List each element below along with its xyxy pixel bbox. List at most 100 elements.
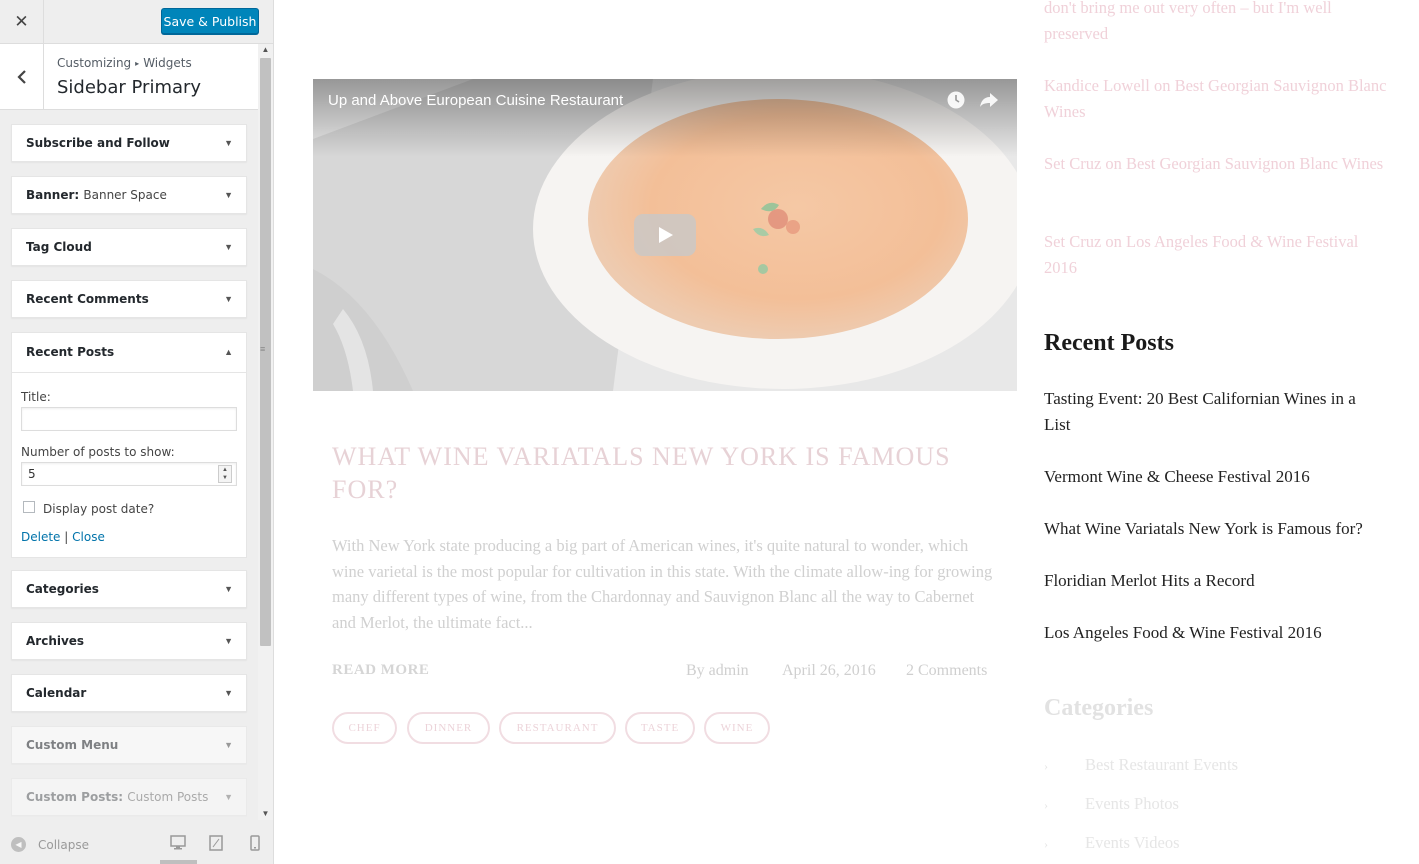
category-item[interactable]: › Events Photos [1044, 794, 1179, 814]
widget-calendar[interactable]: Calendar ▼ [11, 674, 247, 712]
widget-actions: Delete | Close [21, 530, 105, 544]
play-button[interactable] [634, 214, 696, 256]
tag-dinner[interactable]: dinner [407, 712, 490, 744]
widget-recent-comments[interactable]: Recent Comments ▼ [11, 280, 247, 318]
expand-arrow-icon[interactable]: ▼ [224, 584, 233, 594]
scrollbar-grip-icon: ≡ [260, 344, 266, 354]
desktop-icon[interactable] [169, 835, 187, 853]
scroll-down-arrow-icon[interactable]: ▼ [258, 808, 273, 820]
number-of-posts-label: Number of posts to show: [21, 445, 175, 459]
expand-arrow-icon[interactable]: ▼ [224, 190, 233, 200]
widget-title: Tag Cloud [26, 240, 92, 254]
mobile-icon[interactable] [246, 835, 264, 853]
close-customizer-button[interactable]: ✕ [0, 0, 44, 44]
post-date[interactable]: April 26, 2016 [782, 662, 876, 680]
number-of-posts-input[interactable]: 5 [21, 462, 237, 486]
video-embed[interactable]: Up and Above European Cuisine Restaurant [313, 79, 1017, 391]
expand-arrow-icon[interactable]: ▼ [224, 242, 233, 252]
breadcrumb-widgets: Widgets [143, 56, 192, 70]
expand-arrow-icon[interactable]: ▼ [224, 792, 233, 802]
breadcrumb-separator-icon: ▸ [135, 59, 140, 68]
collapse-arrow-icon[interactable]: ▲ [224, 347, 233, 357]
close-icon: ✕ [14, 12, 29, 31]
category-item[interactable]: › Best Restaurant Events [1044, 755, 1238, 775]
post-author[interactable]: By admin [686, 662, 749, 680]
expand-arrow-icon[interactable]: ▼ [224, 636, 233, 646]
active-device-indicator [160, 860, 197, 864]
widget-title: Recent Posts [26, 345, 115, 359]
post-comments-count[interactable]: 2 Comments [906, 662, 987, 680]
tablet-icon[interactable] [207, 835, 225, 853]
chevron-right-icon: › [1044, 837, 1048, 851]
video-title[interactable]: Up and Above European Cuisine Restaurant [328, 92, 623, 109]
tag-taste[interactable]: taste [625, 712, 695, 744]
widget-recent-posts-header[interactable]: Recent Posts ▲ [12, 333, 246, 373]
watch-later-icon[interactable] [947, 91, 965, 109]
chevron-right-icon: › [1044, 759, 1048, 773]
tag-restaurant[interactable]: restaurant [499, 712, 616, 744]
save-publish-button[interactable]: Save & Publish [161, 8, 259, 34]
widget-custom-posts[interactable]: Custom Posts: Custom Posts ▼ [11, 778, 247, 816]
expand-arrow-icon[interactable]: ▼ [224, 740, 233, 750]
widget-tag-cloud[interactable]: Tag Cloud ▼ [11, 228, 247, 266]
customizer-header-actions: ✕ Save & Publish [0, 0, 273, 44]
widget-banner[interactable]: Banner: Banner Space ▼ [11, 176, 247, 214]
number-stepper-icon[interactable]: ▲ ▼ [218, 465, 232, 483]
expand-arrow-icon[interactable]: ▼ [224, 138, 233, 148]
site-preview: Up and Above European Cuisine Restaurant… [274, 0, 1419, 864]
recent-comment-item[interactable]: don't bring me out very often – but I'm … [1044, 0, 1389, 46]
display-date-label: Display post date? [43, 502, 155, 516]
widget-title: Banner: Banner Space [26, 188, 167, 202]
widget-title: Subscribe and Follow [26, 136, 170, 150]
widget-recent-posts-expanded: Recent Posts ▲ Title: Number of posts to… [11, 332, 247, 558]
recent-comment-item[interactable]: Kandice Lowell on Best Georgian Sauvigno… [1044, 73, 1389, 124]
title-field-label: Title: [21, 390, 51, 404]
recent-post-link[interactable]: Vermont Wine & Cheese Festival 2016 [1044, 464, 1384, 490]
widget-title: Calendar [26, 686, 87, 700]
expand-arrow-icon[interactable]: ▼ [224, 294, 233, 304]
widget-categories[interactable]: Categories ▼ [11, 570, 247, 608]
delete-link[interactable]: Delete [21, 530, 60, 544]
recent-post-link[interactable]: What Wine Variatals New York is Famous f… [1044, 516, 1384, 542]
recent-comment-item[interactable]: Set Cruz on Los Angeles Food & Wine Fest… [1044, 229, 1389, 280]
section-title: Sidebar Primary [57, 77, 202, 98]
widget-title: Custom Menu [26, 738, 119, 752]
recent-comment-item[interactable]: Set Cruz on Best Georgian Sauvignon Blan… [1044, 151, 1389, 177]
tag-wine[interactable]: wine [704, 712, 770, 744]
widget-title-input[interactable] [21, 407, 237, 431]
post-title[interactable]: What Wine Variatals New York is Famous f… [332, 440, 972, 506]
category-item[interactable]: › Events Videos [1044, 833, 1180, 853]
widget-title: Categories [26, 582, 99, 596]
widget-subscribe-follow[interactable]: Subscribe and Follow ▼ [11, 124, 247, 162]
chevron-right-icon: › [1044, 798, 1048, 812]
widget-custom-menu[interactable]: Custom Menu ▼ [11, 726, 247, 764]
share-icon[interactable] [979, 91, 999, 109]
categories-heading: Categories [1044, 695, 1154, 721]
customizer-panel: ✕ Save & Publish Customizing ▸ Widgets Sid… [0, 0, 274, 864]
expand-arrow-icon[interactable]: ▼ [224, 688, 233, 698]
recent-post-link[interactable]: Floridian Merlot Hits a Record [1044, 568, 1384, 594]
section-header: Customizing ▸ Widgets Sidebar Primary [0, 44, 258, 110]
tag-chef[interactable]: chef [332, 712, 397, 744]
back-button[interactable] [0, 44, 44, 109]
post-excerpt: With New York state producing a big part… [332, 536, 993, 633]
widget-title: Custom Posts: Custom Posts [26, 790, 209, 804]
panel-scrollbar[interactable]: ▲ ≡ ▼ [258, 44, 273, 820]
display-date-checkbox[interactable] [23, 501, 35, 513]
close-link[interactable]: Close [72, 530, 105, 544]
recent-posts-heading: Recent Posts [1044, 330, 1174, 356]
customizer-footer: ◀ Collapse [0, 822, 273, 864]
chevron-left-icon [16, 69, 26, 84]
breadcrumb-customizing: Customizing [57, 56, 132, 70]
breadcrumb: Customizing ▸ Widgets [57, 56, 192, 70]
widget-archives[interactable]: Archives ▼ [11, 622, 247, 660]
widget-title: Archives [26, 634, 85, 648]
widget-title: Recent Comments [26, 292, 149, 306]
recent-post-link[interactable]: Tasting Event: 20 Best Californian Wines… [1044, 386, 1384, 438]
collapse-icon[interactable]: ◀ [11, 837, 26, 852]
read-more-link[interactable]: Read More [332, 662, 429, 679]
scroll-up-arrow-icon[interactable]: ▲ [258, 44, 273, 56]
link-separator: | [64, 530, 69, 544]
recent-post-link[interactable]: Los Angeles Food & Wine Festival 2016 [1044, 620, 1384, 646]
collapse-button[interactable]: Collapse [38, 838, 89, 852]
